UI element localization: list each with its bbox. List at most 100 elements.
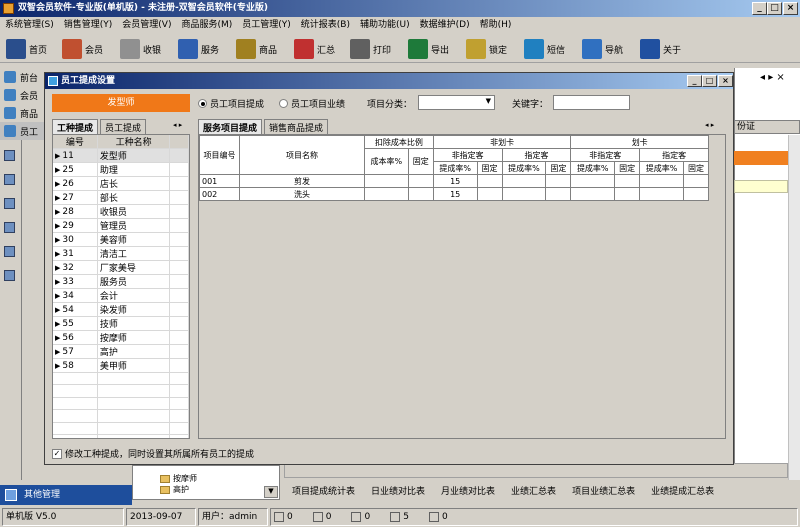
left-nav-item[interactable]: 商品	[0, 104, 44, 122]
report-link[interactable]: 项目业绩汇总表	[564, 484, 643, 497]
bg-scrollbar[interactable]	[788, 135, 800, 480]
value-cell[interactable]	[570, 174, 616, 188]
close-button[interactable]: ×	[783, 2, 798, 15]
value-cell[interactable]	[639, 174, 684, 188]
value-cell[interactable]	[501, 174, 547, 188]
value-cell[interactable]	[639, 187, 684, 201]
table-row[interactable]: ▶ 31 清洁工	[53, 246, 189, 261]
table-row[interactable]: ▶ 25 助理	[53, 162, 189, 177]
category-select[interactable]: ▼	[418, 95, 495, 110]
radio-item-commission[interactable]: 员工项目提成	[198, 97, 264, 110]
rate-cell[interactable]: 15	[432, 174, 478, 188]
left-nav-item[interactable]: 会员	[0, 86, 44, 104]
value-cell[interactable]	[570, 187, 616, 201]
table-row[interactable]: ▶ 55 技师	[53, 316, 189, 331]
value-cell[interactable]	[545, 187, 572, 201]
job-id: 34	[62, 290, 74, 301]
menu-item[interactable]: 数据维护(D)	[415, 17, 475, 33]
toolbar-button-3[interactable]: 服务	[178, 37, 219, 61]
toolbar-button-10[interactable]: 导航	[582, 37, 623, 61]
tab-1[interactable]: 员工提成	[100, 119, 147, 134]
tree-item[interactable]: 高护	[160, 484, 197, 495]
right-tab-scroll-icon[interactable]: ◂ ▸	[705, 121, 714, 129]
report-link[interactable]: 日业绩对比表	[363, 484, 433, 497]
job-id-cell: ▶ 26	[53, 176, 98, 191]
radio-item-performance[interactable]: 员工项目业绩	[279, 97, 345, 110]
toolbar-label: 导出	[431, 45, 450, 56]
value-cell[interactable]	[476, 174, 503, 188]
list-icon	[4, 270, 15, 281]
left-nav-item[interactable]: 员工	[0, 122, 44, 140]
table-row[interactable]: ▶ 34 会计	[53, 288, 189, 303]
menu-item[interactable]: 辅助功能(U)	[355, 17, 415, 33]
toolbar-button-7[interactable]: 导出	[408, 37, 449, 61]
toolbar-button-8[interactable]: 锁定	[466, 37, 507, 61]
left-nav-item[interactable]: 前台	[0, 68, 44, 86]
table-row[interactable]: ▶ 29 管理员	[53, 218, 189, 233]
row-pointer-icon: ▶	[55, 221, 61, 230]
report-link[interactable]: 月业绩对比表	[433, 484, 503, 497]
other-management-button[interactable]: 其他管理	[0, 485, 132, 505]
value-cell[interactable]	[614, 174, 641, 188]
table-row[interactable]: ▶ 33 服务员	[53, 274, 189, 289]
commission-dialog: 员工提成设置 _ □ × 发型师 员工项目提成 员工项目业绩 项目分类： ▼ 关…	[44, 72, 734, 465]
table-row[interactable]: 001 剪发 15	[199, 174, 710, 188]
rate-cell[interactable]: 15	[432, 187, 478, 201]
table-row[interactable]: ▶ 32 厂家美导	[53, 260, 189, 275]
tree-item[interactable]: 按摩师	[160, 473, 197, 484]
toolbar-button-2[interactable]: 收银	[120, 37, 161, 61]
menu-item[interactable]: 商品服务(M)	[176, 17, 237, 33]
table-row[interactable]: 002 洗头 15	[199, 187, 710, 201]
table-row[interactable]: ▶ 57 高护	[53, 344, 189, 359]
table-row[interactable]: ▶ 28 收银员	[53, 204, 189, 219]
value-cell[interactable]	[614, 187, 641, 201]
toolbar-button-9[interactable]: 短信	[524, 37, 565, 61]
table-row[interactable]: ▶ 30 美容师	[53, 232, 189, 247]
toolbar-button-4[interactable]: 商品	[236, 37, 277, 61]
menu-item[interactable]: 销售管理(Y)	[59, 17, 118, 33]
keyword-input[interactable]	[553, 95, 630, 110]
table-row[interactable]: ▶ 11 发型师	[53, 148, 189, 163]
table-row[interactable]: ▶ 26 店长	[53, 176, 189, 191]
tab-0[interactable]: 服务项目提成	[198, 119, 263, 134]
dialog-close-button[interactable]: ×	[718, 75, 733, 87]
menu-item[interactable]: 统计报表(B)	[296, 17, 355, 33]
tab-0[interactable]: 工种提成	[52, 119, 99, 134]
tab-1[interactable]: 销售商品提成	[264, 119, 329, 134]
left-tab-scroll-icon[interactable]: ◂ ▸	[173, 121, 182, 129]
menu-item[interactable]: 会员管理(V)	[117, 17, 176, 33]
dialog-maximize-button[interactable]: □	[702, 75, 717, 87]
cost-rate-cell[interactable]	[364, 174, 409, 188]
job-name-cell: 会计	[97, 288, 171, 303]
toolbar-button-5[interactable]: 汇总	[294, 37, 335, 61]
cost-rate-cell[interactable]	[364, 187, 409, 201]
toolbar-button-6[interactable]: 打印	[350, 37, 391, 61]
value-cell[interactable]	[682, 174, 710, 188]
table-row[interactable]: ▶ 58 美甲师	[53, 358, 189, 373]
toolbar-button-1[interactable]: 会员	[62, 37, 103, 61]
radio2-label: 员工项目业绩	[291, 100, 346, 110]
table-row[interactable]: ▶ 56 按摩师	[53, 330, 189, 345]
value-cell[interactable]	[476, 187, 503, 201]
value-cell[interactable]	[545, 174, 572, 188]
scroll-down-icon[interactable]: ▼	[264, 486, 278, 498]
sync-employees-checkbox[interactable]: ✓ 修改工种提成，同时设置其所属所有员工的提成	[52, 447, 254, 460]
dialog-minimize-button[interactable]: _	[687, 75, 702, 87]
menu-item[interactable]: 员工管理(Y)	[237, 17, 296, 33]
report-link[interactable]: 业绩汇总表	[503, 484, 564, 497]
fixed-cell[interactable]	[407, 187, 434, 201]
maximize-button[interactable]: □	[767, 2, 782, 15]
menu-item[interactable]: 帮助(H)	[475, 17, 517, 33]
fixed-cell[interactable]	[407, 174, 434, 188]
minimize-button[interactable]: _	[752, 2, 767, 15]
value-cell[interactable]	[501, 187, 547, 201]
table-row[interactable]: ▶ 27 部长	[53, 190, 189, 205]
value-cell[interactable]	[682, 187, 710, 201]
hscrollbar[interactable]	[284, 463, 788, 478]
toolbar-button-0[interactable]: 首页	[6, 37, 47, 61]
report-link[interactable]: 业绩提成汇总表	[643, 484, 722, 497]
report-link[interactable]: 项目提成统计表	[284, 484, 363, 497]
table-row[interactable]: ▶ 54 染发师	[53, 302, 189, 317]
toolbar-button-11[interactable]: 关于	[640, 37, 681, 61]
menu-item[interactable]: 系统管理(S)	[0, 17, 59, 33]
